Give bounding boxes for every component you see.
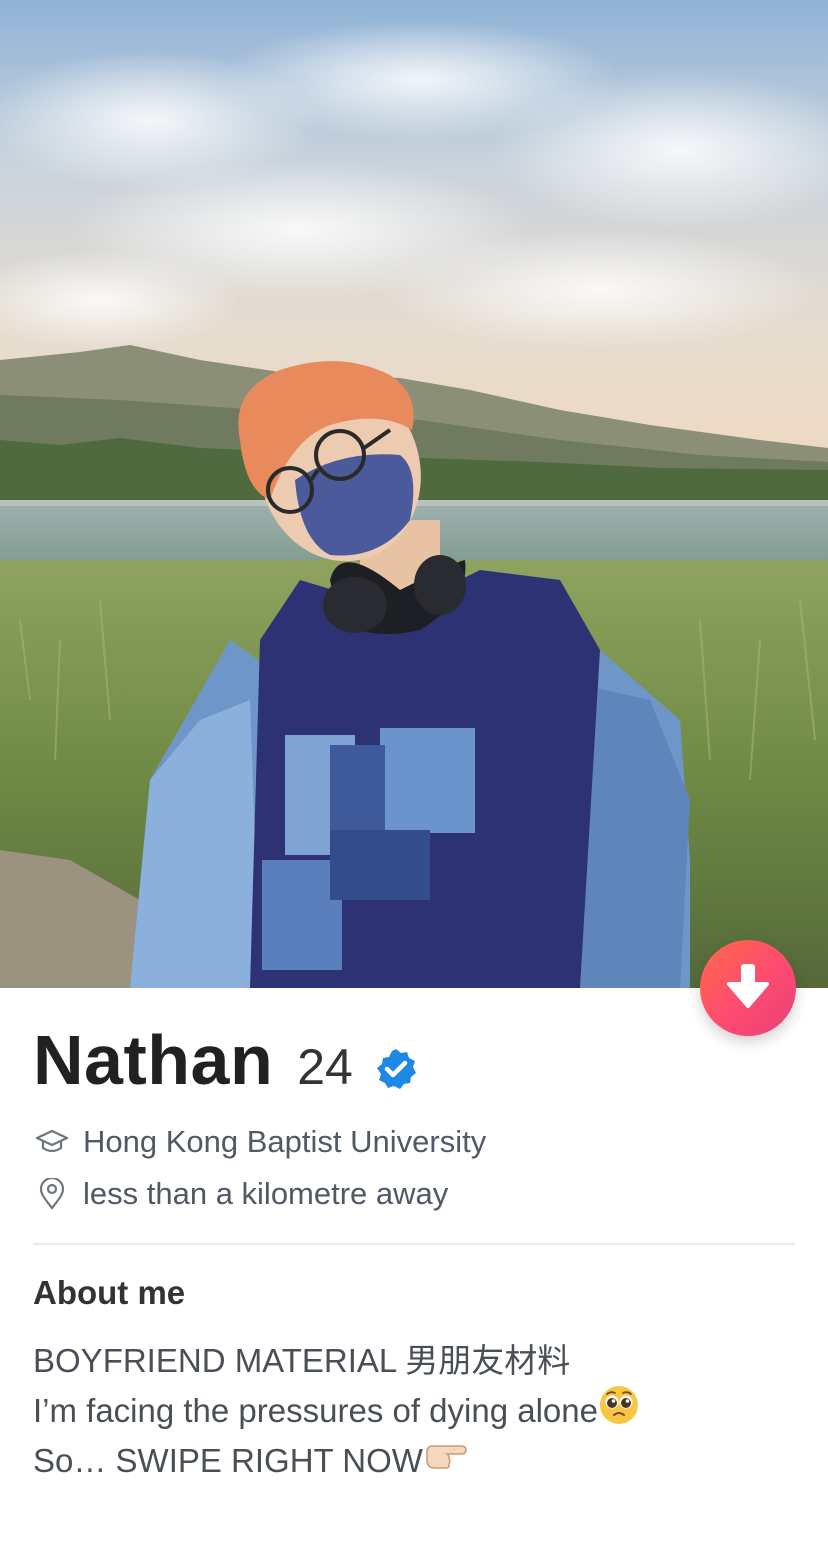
section-divider — [33, 1243, 795, 1245]
bio-line-text: I’m facing the pressures of dying alone — [33, 1392, 598, 1429]
bio-line-text: BOYFRIEND MATERIAL 男朋友材料 — [33, 1342, 571, 1379]
profile-photo[interactable] — [0, 0, 828, 988]
profile-page: Nathan 24 Hong Kong Baptist University l… — [0, 0, 828, 1563]
profile-info: Nathan 24 Hong Kong Baptist University l… — [33, 1020, 795, 1220]
arrow-down-icon — [726, 962, 770, 1015]
bio-line: So… SWIPE RIGHT NOW — [33, 1438, 803, 1484]
distance-text: less than a kilometre away — [83, 1176, 449, 1211]
profile-name: Nathan — [33, 1021, 274, 1099]
profile-age: 24 — [297, 1039, 353, 1095]
school-row: Hong Kong Baptist University — [33, 1116, 795, 1168]
verified-badge-icon[interactable] — [375, 1048, 417, 1095]
about-me-heading: About me — [33, 1274, 186, 1311]
school-text: Hong Kong Baptist University — [83, 1124, 487, 1159]
pleading-face-icon — [598, 1384, 640, 1438]
bio-text: BOYFRIEND MATERIAL 男朋友材料 I’m facing the … — [33, 1338, 803, 1484]
graduation-cap-icon — [33, 1129, 71, 1155]
bio-line-text: So… SWIPE RIGHT NOW — [33, 1442, 423, 1479]
location-pin-icon — [33, 1178, 71, 1210]
distance-row: less than a kilometre away — [33, 1168, 795, 1220]
bio-line: I’m facing the pressures of dying alone — [33, 1384, 803, 1438]
pointing-right-hand-icon — [423, 1438, 469, 1484]
name-row: Nathan 24 — [33, 1020, 795, 1104]
bio-line: BOYFRIEND MATERIAL 男朋友材料 — [33, 1338, 803, 1384]
